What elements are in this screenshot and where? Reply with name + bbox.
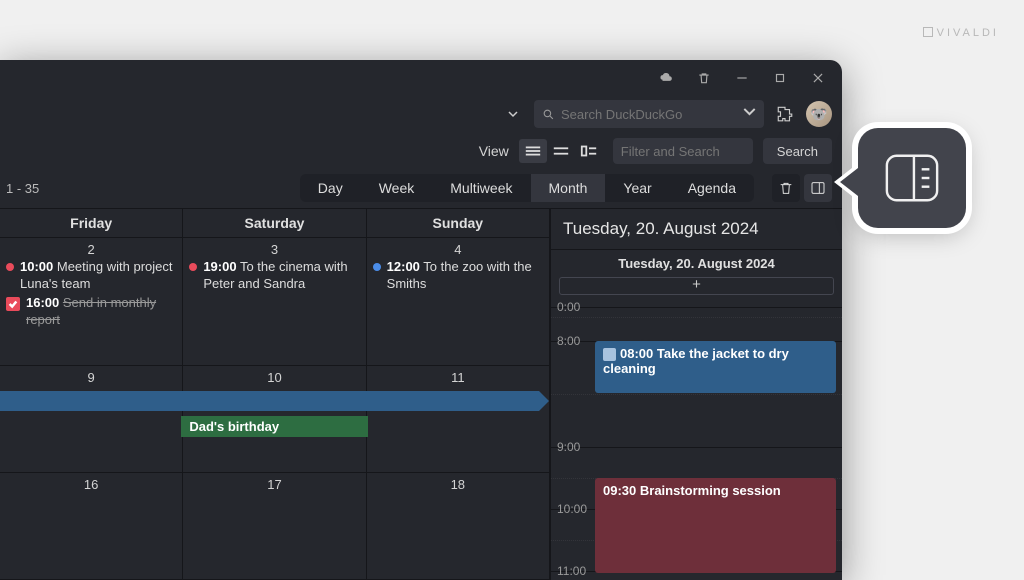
day-panel-subtitle: Tuesday, 20. August 2024 xyxy=(551,250,842,277)
month-cell[interactable]: 3 19:00 To the cinema with Peter and Sand… xyxy=(183,238,366,366)
hour-label: 9:00 xyxy=(557,440,580,454)
range-tab-day[interactable]: Day xyxy=(300,174,361,202)
hour-label: 10:00 xyxy=(557,502,587,516)
day-header: Sunday xyxy=(367,209,550,238)
panel-icon xyxy=(883,151,941,205)
day-number: 3 xyxy=(189,242,359,257)
minimize-button[interactable] xyxy=(732,68,752,88)
day-number: 11 xyxy=(373,370,543,385)
add-event-button[interactable]: + xyxy=(559,277,834,295)
month-cell[interactable]: 17 xyxy=(183,473,366,580)
layout-medium-button[interactable] xyxy=(547,139,575,163)
layout-compact-button[interactable] xyxy=(519,139,547,163)
day-header: Saturday xyxy=(183,209,366,238)
vivaldi-brand: VIVALDI xyxy=(923,27,999,39)
search-input[interactable] xyxy=(561,107,737,122)
hour-label: 8:00 xyxy=(557,334,580,348)
search-button[interactable]: Search xyxy=(763,138,832,164)
day-event[interactable]: 09:30 Brainstorming session xyxy=(595,478,836,573)
view-toolbar: View Search xyxy=(0,132,842,170)
hour-label: 0:00 xyxy=(557,300,580,314)
month-cell[interactable]: 11 xyxy=(367,366,550,473)
layout-wide-button[interactable] xyxy=(575,139,603,163)
day-number: 4 xyxy=(373,242,543,257)
calendar-event[interactable]: 10:00 Meeting with project Luna's team xyxy=(6,259,176,293)
allday-event[interactable]: Dad's birthday xyxy=(181,416,367,437)
day-number: 18 xyxy=(373,477,543,492)
calendar-event[interactable]: 16:00 Send in monthly report xyxy=(6,295,176,329)
month-cell[interactable]: 16 xyxy=(0,473,183,580)
range-tab-agenda[interactable]: Agenda xyxy=(670,174,754,202)
extensions-icon[interactable] xyxy=(772,101,798,127)
cloud-icon[interactable] xyxy=(656,68,676,88)
day-event[interactable]: 08:00 Take the jacket to dry cleaning xyxy=(595,341,836,393)
side-panel-callout xyxy=(858,128,966,228)
layout-buttons xyxy=(519,139,603,163)
close-button[interactable] xyxy=(808,68,828,88)
window-controls xyxy=(0,60,842,96)
month-cell[interactable]: 18 xyxy=(367,473,550,580)
filter-input[interactable] xyxy=(621,144,745,159)
range-tab-month[interactable]: Month xyxy=(531,174,606,202)
side-panel-toggle-button[interactable] xyxy=(804,174,832,202)
day-panel: Tuesday, 20. August 2024 Tuesday, 20. Au… xyxy=(550,209,842,580)
range-tab-multiweek[interactable]: Multiweek xyxy=(432,174,530,202)
month-cell[interactable]: 10 Dad's birthday xyxy=(183,366,366,473)
calendar-event[interactable]: 19:00 To the cinema with Peter and Sandr… xyxy=(189,259,359,293)
delete-panel-button[interactable] xyxy=(772,174,800,202)
url-dropdown-icon[interactable] xyxy=(500,109,526,119)
day-number: 16 xyxy=(6,477,176,492)
range-toolbar: 1 - 35 DayWeekMultiweekMonthYearAgenda xyxy=(0,170,842,208)
time-grid: 0:008:009:0010:0011:0008:00 Take the jac… xyxy=(551,299,842,580)
day-number: 2 xyxy=(6,242,176,257)
month-cell[interactable]: 2 10:00 Meeting with project Luna's team1… xyxy=(0,238,183,366)
search-input-box[interactable] xyxy=(534,100,764,128)
range-tab-year[interactable]: Year xyxy=(605,174,669,202)
range-tab-week[interactable]: Week xyxy=(361,174,433,202)
search-icon xyxy=(542,108,555,121)
address-toolbar: 🐨 xyxy=(0,96,842,132)
day-header: Friday xyxy=(0,209,183,238)
view-label: View xyxy=(479,143,509,159)
day-number: 10 xyxy=(189,370,359,385)
day-number: 9 xyxy=(6,370,176,385)
calendar-event[interactable]: 12:00 To the zoo with the Smiths xyxy=(373,259,543,293)
profile-avatar-icon[interactable]: 🐨 xyxy=(806,101,832,127)
range-tabs: DayWeekMultiweekMonthYearAgenda xyxy=(300,174,754,202)
day-panel-title: Tuesday, 20. August 2024 xyxy=(551,209,842,250)
trash-icon[interactable] xyxy=(694,68,714,88)
search-engine-dropdown-icon[interactable] xyxy=(743,105,756,123)
filter-input-box[interactable] xyxy=(613,138,753,164)
day-number: 17 xyxy=(189,477,359,492)
month-grid: FridaySaturdaySunday 2 10:00 Meeting with… xyxy=(0,209,550,580)
week-range: 1 - 35 xyxy=(6,181,39,196)
month-cell[interactable]: 4 12:00 To the zoo with the Smiths xyxy=(367,238,550,366)
app-window: 🐨 View Search 1 - 35 DayWeekMultiweekMon… xyxy=(0,60,842,580)
month-cell[interactable]: 9 xyxy=(0,366,183,473)
maximize-button[interactable] xyxy=(770,68,790,88)
